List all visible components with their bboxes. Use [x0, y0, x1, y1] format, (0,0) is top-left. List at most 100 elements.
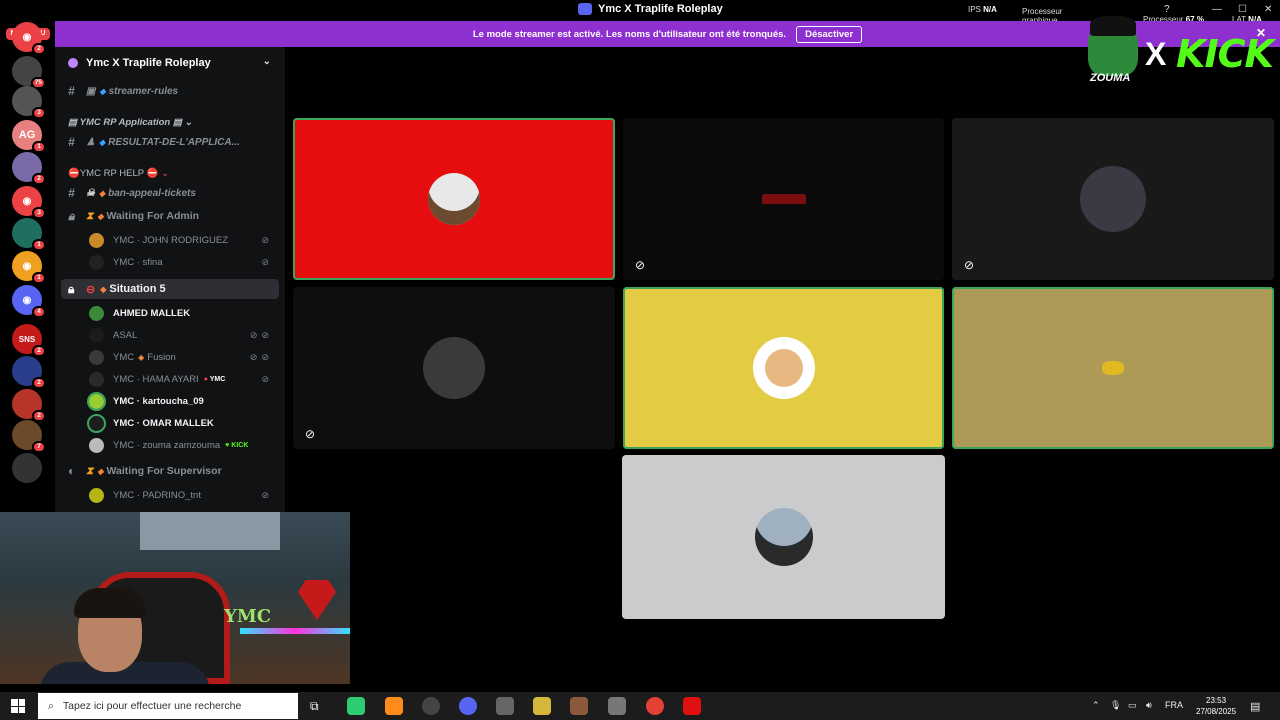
voice-user[interactable]: YMC ◆ Fusion ⊘⊘ [55, 347, 285, 367]
muted-deafened-icon: ⊘⊘ [249, 351, 273, 362]
windows-start-icon[interactable] [11, 699, 25, 713]
server-icon[interactable]: 2 [12, 389, 46, 422]
discord-icon[interactable] [459, 697, 477, 715]
discord-icon[interactable]: ◉ 1 [12, 251, 46, 284]
category-label: YMC RP HELP [79, 167, 145, 179]
app-icon[interactable] [570, 697, 588, 715]
voice-user[interactable]: YMC · kartoucha_09 [55, 391, 285, 411]
server-icon[interactable]: 2 [12, 152, 46, 185]
unread-badge: 2 [32, 43, 46, 55]
discord-glyph: ◉ [22, 31, 32, 43]
discord-glyph: ◉ [22, 294, 32, 306]
kick-logo-text: KICK [1176, 32, 1274, 76]
voice-user[interactable]: AHMED MALLEK [55, 303, 285, 323]
task-view-icon[interactable]: ⧉ [310, 699, 319, 714]
video-tile[interactable]: ⊘ [293, 287, 615, 449]
network-icon[interactable]: ▭ [1128, 700, 1137, 711]
minimize-icon[interactable]: — [1212, 4, 1222, 15]
channel-ban-appeal[interactable]: # ☠ ◆ ban-appeal-tickets [55, 183, 285, 203]
deafened-icon: ⊘ [261, 234, 273, 245]
category-help[interactable]: ⛔ YMC RP HELP ⛔ ⌄ [55, 163, 285, 183]
user-name: YMC · JOHN RODRIGUEZ [113, 234, 229, 246]
video-tile[interactable] [622, 455, 945, 619]
discord-icon[interactable]: ◉ 2 [12, 22, 46, 55]
wall-posters [140, 512, 280, 550]
channel-label: Waiting For Admin [106, 210, 200, 222]
voice-user[interactable]: YMC · zouma zamzouma ♥ KICK [55, 435, 285, 455]
server-icon[interactable]: 75 [12, 56, 46, 89]
user-tag: ● YMC [204, 376, 226, 383]
app-icon[interactable] [533, 697, 551, 715]
voice-waiting-supervisor[interactable]: ◐ ⧗ ◆ Waiting For Supervisor [55, 461, 285, 481]
server-icon[interactable]: 7 [12, 420, 46, 453]
gpu-label-1: Processeur [1022, 7, 1063, 16]
server-header[interactable]: Ymc X Traplife Roleplay ⌄ [55, 47, 285, 79]
disable-streamer-mode-button[interactable]: Désactiver [796, 25, 863, 43]
server-icon[interactable]: 1 [12, 218, 46, 251]
muted-icon: ⊘ [305, 427, 316, 441]
voice-user[interactable]: YMC · sfina ⊘ [55, 252, 285, 272]
discord-icon[interactable]: ◉ 3 [12, 186, 46, 219]
app-icon[interactable] [496, 697, 514, 715]
voice-user[interactable]: YMC · PADRINO_tnt ⊘ [55, 485, 285, 505]
ips-stat: IPS N/A [968, 5, 997, 14]
avatar [89, 232, 104, 248]
server-icon[interactable]: 3 [12, 86, 46, 119]
deafened-icon: ⊘ [261, 489, 273, 500]
help-icon[interactable]: ? [1164, 4, 1170, 15]
chrome-icon[interactable] [646, 697, 664, 715]
video-tile[interactable]: ⊘ [623, 118, 944, 280]
hash-icon: # [68, 84, 75, 98]
channel-label: RESULTAT-DE-L'APPLICA... [108, 136, 240, 148]
voice-waiting-admin[interactable]: 🔒︎ ⧗ ◆ Waiting For Admin [55, 206, 285, 226]
user-prefix: YMC [113, 351, 135, 363]
app-icon[interactable] [385, 697, 403, 715]
video-tile[interactable] [623, 287, 944, 449]
voice-situation-5[interactable]: 🔒︎ ⊖ ◆ Situation 5 [61, 279, 279, 299]
voice-user[interactable]: YMC · OMAR MALLEK [55, 413, 285, 433]
participant-avatar [752, 337, 815, 399]
server-icon[interactable]: SNS 2 [12, 324, 46, 357]
maximize-icon[interactable]: ☐ [1238, 4, 1247, 15]
server-icon[interactable] [12, 453, 42, 483]
app-icon[interactable] [608, 697, 626, 715]
app-icon[interactable] [422, 697, 440, 715]
channel-streamer-rules[interactable]: # ▣ ◆ streamer-rules [55, 81, 285, 101]
taskbar-clock[interactable]: 23:53 27/08/2025 [1196, 695, 1236, 717]
diamond-icon: ◆ [98, 137, 106, 147]
language-indicator[interactable]: FRA [1165, 700, 1183, 710]
volume-icon[interactable]: 🔊︎ [1146, 700, 1152, 711]
app-logo-icon [578, 3, 592, 15]
note-icon: ▤ [68, 116, 80, 128]
voice-user[interactable]: YMC · HAMA AYARI ● YMC ⊘ [55, 369, 285, 389]
voice-user[interactable]: ASAL ⊘⊘ [55, 325, 285, 345]
server-icon[interactable]: AG 1 [12, 120, 46, 153]
close-window-icon[interactable]: ✕ [1264, 4, 1272, 15]
deafened-icon: ⊘ [261, 373, 273, 384]
avatar [89, 371, 104, 387]
microphone-icon[interactable]: 🎙︎ [1110, 700, 1121, 711]
participant-avatar [754, 508, 813, 566]
voice-user[interactable]: YMC · JOHN RODRIGUEZ ⊘ [55, 230, 285, 250]
app-icon[interactable] [347, 697, 365, 715]
video-tile[interactable] [293, 118, 615, 280]
zouma-label: ZOUMA [1090, 72, 1131, 84]
category-application[interactable]: ▤ YMC RP Application ▤ ⌄ [55, 112, 285, 132]
chevron-down-icon[interactable]: ⌄ [263, 56, 271, 67]
taskbar-search[interactable]: ⌕ Tapez ici pour effectuer une recherche [38, 693, 298, 719]
app-icon[interactable] [683, 697, 701, 715]
discord-icon[interactable]: ◉ 4 [12, 285, 46, 318]
hash-icon: # [68, 186, 75, 200]
video-tile[interactable] [952, 287, 1274, 449]
server-icon[interactable]: 2 [12, 356, 46, 389]
hulk-hair [1090, 16, 1136, 36]
notification-icon[interactable]: ▤ [1250, 700, 1260, 713]
channel-resultat[interactable]: # ♟ ◆ RESULTAT-DE-L'APPLICA... [55, 132, 285, 152]
video-tile[interactable]: ⊘ [952, 118, 1274, 280]
unread-badge: 3 [32, 207, 46, 219]
user-name: ASAL [113, 329, 138, 341]
chevron-up-icon[interactable]: ⌃ [1092, 700, 1100, 711]
no-entry-icon: ⊖ [86, 283, 96, 296]
user-name: YMC · HAMA AYARI [113, 373, 199, 385]
unread-badge: 3 [32, 107, 46, 119]
